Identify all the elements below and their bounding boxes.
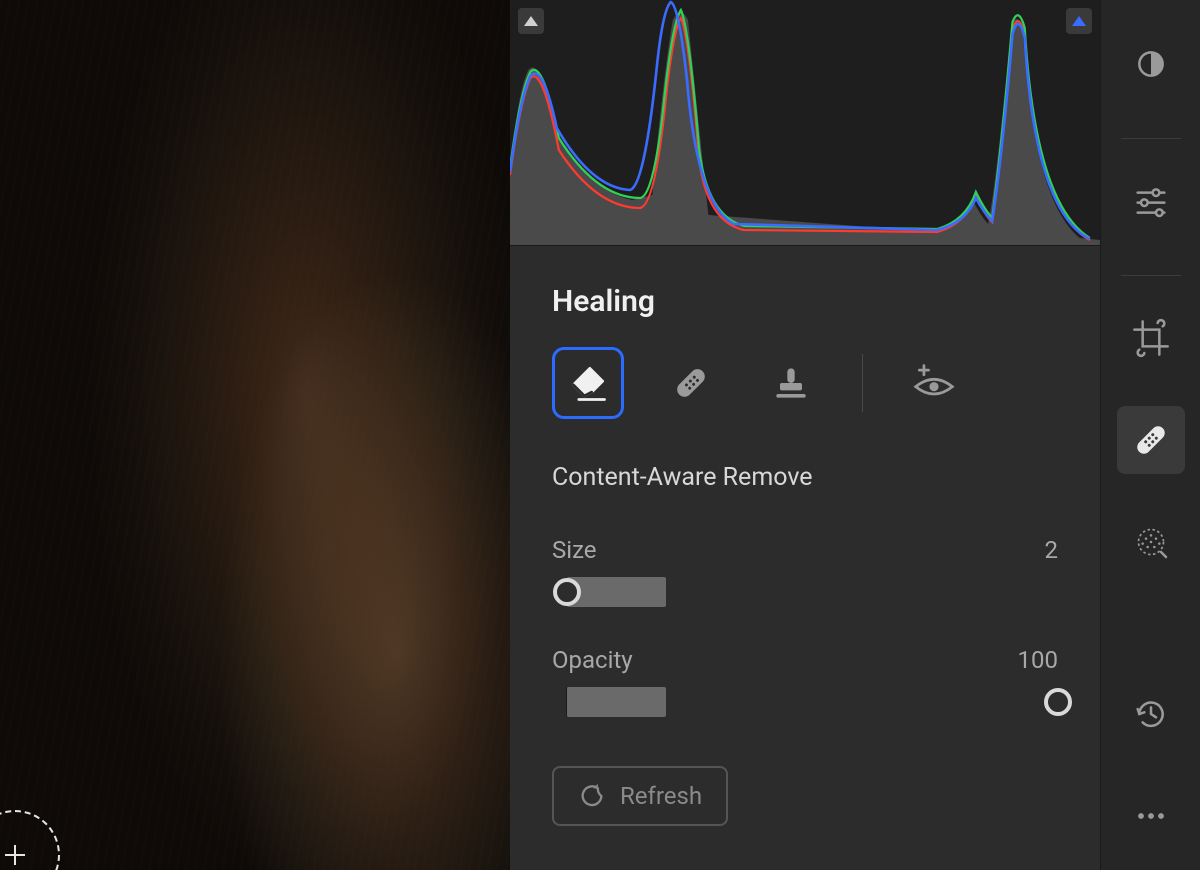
- opacity-slider-track[interactable]: [552, 688, 1058, 716]
- separator: [1121, 275, 1181, 276]
- opacity-value[interactable]: 100: [1018, 646, 1058, 674]
- size-slider-track[interactable]: [552, 578, 1058, 606]
- history-icon: [1131, 694, 1171, 734]
- sliders-icon: [1131, 181, 1171, 221]
- bandage-icon: [669, 361, 713, 405]
- right-tool-rail: [1100, 0, 1200, 870]
- eye-plus-icon: [912, 361, 956, 405]
- tool-mode-label: Content-Aware Remove: [552, 463, 1058, 492]
- brush-cursor-indicator: [0, 810, 60, 870]
- image-canvas[interactable]: [0, 0, 510, 870]
- edit-panel-button[interactable]: [1117, 30, 1185, 98]
- presets-panel-button[interactable]: [1117, 167, 1185, 235]
- size-slider-thumb[interactable]: [553, 578, 581, 606]
- separator: [862, 354, 863, 412]
- histogram-chart: [510, 0, 1100, 245]
- versions-button[interactable]: [1117, 680, 1185, 748]
- clone-tool[interactable]: [758, 350, 824, 416]
- eraser-icon: [566, 361, 610, 405]
- opacity-slider-thumb[interactable]: [1044, 688, 1072, 716]
- size-label: Size: [552, 536, 597, 564]
- refresh-label: Refresh: [620, 782, 702, 810]
- mask-icon: [1131, 522, 1171, 562]
- stamp-icon: [769, 361, 813, 405]
- size-slider: Size 2: [552, 536, 1058, 606]
- content-aware-remove-tool[interactable]: [552, 347, 624, 419]
- crop-icon: [1131, 318, 1171, 358]
- heal-tool[interactable]: [658, 350, 724, 416]
- refresh-button[interactable]: Refresh: [552, 766, 728, 826]
- opacity-slider: Opacity 100: [552, 646, 1058, 716]
- visualize-spots-toggle[interactable]: [901, 350, 967, 416]
- more-options-button[interactable]: [1117, 782, 1185, 850]
- opacity-label: Opacity: [552, 646, 633, 674]
- edit-icon: [1131, 44, 1171, 84]
- bandage-icon: [1131, 420, 1171, 460]
- size-value[interactable]: 2: [1045, 536, 1059, 564]
- healing-panel: Healing: [510, 0, 1100, 870]
- crop-panel-button[interactable]: [1117, 304, 1185, 372]
- separator: [1121, 138, 1181, 139]
- more-horizontal-icon: [1131, 796, 1171, 836]
- healing-panel-button[interactable]: [1117, 406, 1185, 474]
- refresh-icon: [578, 782, 606, 810]
- healing-tool-tabs: [552, 347, 1058, 419]
- histogram[interactable]: [510, 0, 1100, 246]
- masking-panel-button[interactable]: [1117, 508, 1185, 576]
- panel-title: Healing: [552, 284, 1058, 319]
